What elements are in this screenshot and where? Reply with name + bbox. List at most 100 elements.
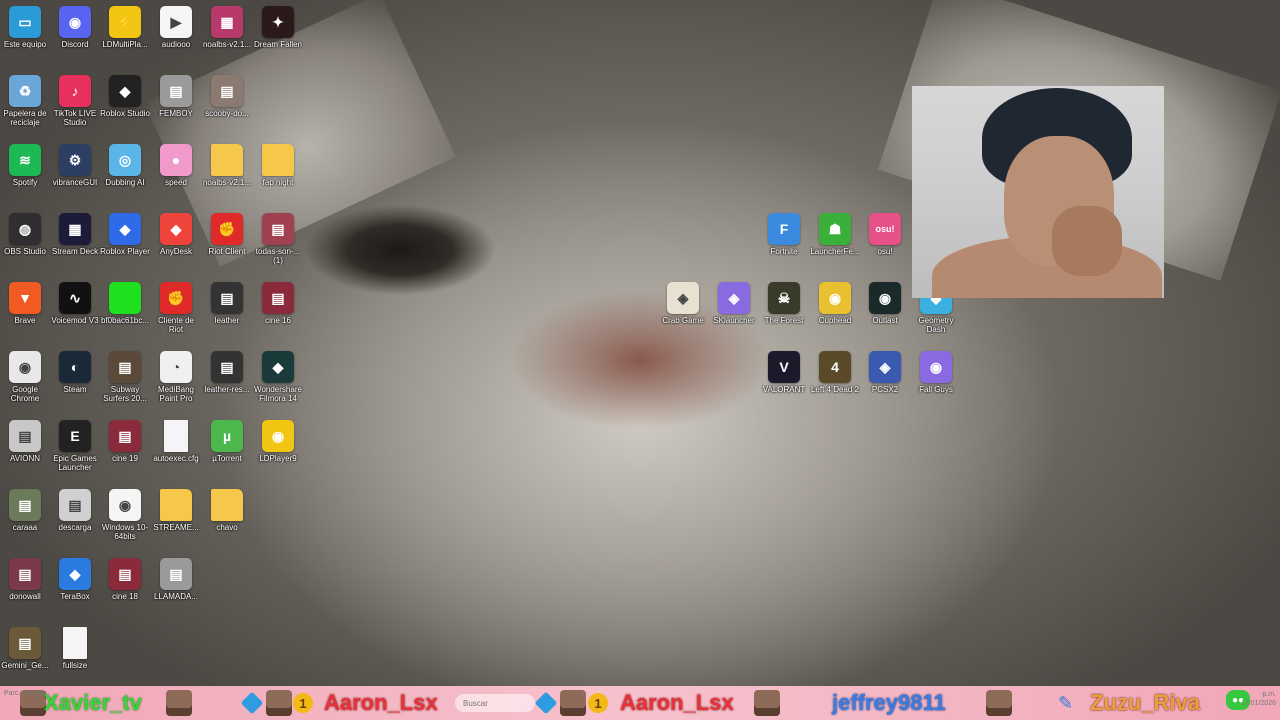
icon-glyph: ◉ xyxy=(828,289,842,306)
desktop-icon[interactable]: ▤ cine 18 xyxy=(100,552,150,601)
desktop-icon[interactable]: chavo xyxy=(202,483,252,532)
desktop-icon[interactable]: ♻ Papelera de reciclaje xyxy=(0,69,50,127)
desktop-icon[interactable]: ▤ LLAMADA... xyxy=(151,552,201,601)
gear-icon: ⚙ xyxy=(59,144,91,176)
desktop-icon[interactable]: ∿ Voicemod V3 xyxy=(50,276,100,325)
desktop-icon[interactable]: fullsize xyxy=(50,621,100,670)
desktop-icon[interactable]: ▭ Este equipo xyxy=(0,0,50,49)
icon-glyph: ▼ xyxy=(18,290,32,306)
desktop-icon[interactable]: ◉ Windows 10-64bits xyxy=(100,483,150,541)
desktop-icon[interactable]: ◉ LDPlayer9 xyxy=(253,414,303,463)
icon-glyph: ◉ xyxy=(271,427,285,444)
icon-glyph: V xyxy=(779,359,789,375)
desktop-icon[interactable]: F Fortnite xyxy=(759,207,809,256)
desktop-icon[interactable]: ◈ PCSX2 xyxy=(860,345,910,394)
desktop-icon[interactable]: ◈ Crab Game xyxy=(658,276,708,325)
valorant-icon: V xyxy=(768,351,800,383)
desktop-icon[interactable]: ◆ AnyDesk xyxy=(151,207,201,256)
desktop-icon[interactable]: ◍ OBS Studio xyxy=(0,207,50,256)
brave-icon: ▼ xyxy=(9,282,41,314)
icon-glyph: ✊ xyxy=(167,289,185,306)
desktop-icon[interactable]: ▤ donowall xyxy=(0,552,50,601)
audio-file-icon: ▶ xyxy=(160,6,192,38)
desktop-icon[interactable]: ▤ Subway Surfers 20... xyxy=(100,345,150,403)
desktop-icon[interactable]: bf0bac61bc... xyxy=(100,276,150,325)
desktop-icon[interactable]: ◆ Wondershare Filmora 14 xyxy=(253,345,303,403)
desktop-icon[interactable]: noalbs-v2.1... xyxy=(202,138,252,187)
desktop-icon[interactable]: ▤ FEMBOY xyxy=(151,69,201,118)
desktop-icon[interactable]: ⚙ vibranceGUI xyxy=(50,138,100,187)
icon-glyph: ⚡ xyxy=(116,13,134,30)
desktop-icon[interactable]: ☗ LauncherFe... xyxy=(810,207,860,256)
desktop-icon[interactable]: ◉ Discord xyxy=(50,0,100,49)
desktop-icon-label: LauncherFe... xyxy=(810,247,860,256)
desktop-icon[interactable]: ▤ leather xyxy=(202,276,252,325)
desktop-icon-label: Left 4 Dead 2 xyxy=(810,385,860,394)
desktop-icon[interactable]: STREAME... xyxy=(151,483,201,532)
desktop-icon[interactable]: ≋ Spotify xyxy=(0,138,50,187)
desktop-icon[interactable]: ▦ Stream Deck xyxy=(50,207,100,256)
app-cube-icon[interactable] xyxy=(534,686,558,720)
desktop-icon[interactable]: ● speed xyxy=(151,138,201,187)
desktop-icon[interactable]: 4 Left 4 Dead 2 xyxy=(810,345,860,394)
desktop-icon[interactable]: ▤ cine 19 xyxy=(100,414,150,463)
desktop-icon[interactable]: ▶ audiooo xyxy=(151,0,201,49)
desktop-icon-label: osu! xyxy=(877,247,893,256)
desktop-icon[interactable]: ☠ The Forest xyxy=(759,276,809,325)
desktop-icon[interactable]: autoexec.cfg xyxy=(151,414,201,463)
desktop-icon[interactable]: ◔ MediBang Paint Pro xyxy=(151,345,201,403)
desktop-icon[interactable]: V VALORANT xyxy=(759,345,809,394)
epic-games-icon: E xyxy=(59,420,91,452)
desktop-icon[interactable]: ◆ TeraBox xyxy=(50,552,100,601)
desktop-icon[interactable]: ▤ descarga xyxy=(50,483,100,532)
vscode-icon[interactable]: ✎ xyxy=(1058,686,1073,720)
desktop-icon[interactable]: ◐ Steam xyxy=(50,345,100,394)
app-cube-icon[interactable] xyxy=(240,686,264,720)
stream-overlay-avatar xyxy=(754,686,780,720)
desktop-icon[interactable]: ▤ caraaa xyxy=(0,483,50,532)
icon-glyph: ≋ xyxy=(19,151,31,168)
system-clock[interactable]: p.m. 17/01/2026 xyxy=(1222,690,1276,708)
desktop-icon[interactable]: E Epic Games Launcher xyxy=(50,414,100,472)
desktop-icon[interactable]: ▦ noalbs-v2.1... xyxy=(202,0,252,49)
desktop-icon[interactable]: ✊ Riot Client xyxy=(202,207,252,256)
desktop-icon[interactable]: osu! osu! xyxy=(860,207,910,256)
desktop-icon[interactable]: ▼ Brave xyxy=(0,276,50,325)
weather-widget[interactable]: Parc. soleado xyxy=(4,690,54,698)
desktop-icon[interactable]: µ µTorrent xyxy=(202,414,252,463)
desktop-icon-label: Fortnite xyxy=(770,247,798,256)
desktop-icon[interactable]: ◉ Outlast xyxy=(860,276,910,325)
chrome-icon: ◉ xyxy=(9,351,41,383)
desktop-icon[interactable]: ◉ Cuphead xyxy=(810,276,860,325)
desktop-icon[interactable]: ▤ AVIONN xyxy=(0,414,50,463)
desktop-icon[interactable]: fap night xyxy=(253,138,303,187)
medibang-icon: ◔ xyxy=(160,351,192,383)
desktop-icon[interactable]: ◈ SKlauncher xyxy=(709,276,759,325)
desktop-icon[interactable]: ◉ Fall Guys xyxy=(911,345,961,394)
desktop-icon[interactable]: ✦ Dream Fallen xyxy=(253,0,303,49)
desktop-icon-label: Wondershare Filmora 14 xyxy=(254,385,302,403)
desktop-icon[interactable]: ▤ leather-res... xyxy=(202,345,252,394)
desktop-icon-label: chavo xyxy=(216,523,238,532)
icon-glyph: ♪ xyxy=(71,83,79,99)
desktop-icon[interactable]: ⚡ LDMultiPla... xyxy=(100,0,150,49)
desktop-icon[interactable]: ◉ Google Chrome xyxy=(0,345,50,403)
desktop-icon-label: cine 19 xyxy=(112,454,138,463)
desktop-icon-label: OBS Studio xyxy=(4,247,46,256)
icon-glyph: ◈ xyxy=(677,289,689,306)
desktop-icon[interactable]: ▤ todas-son-... (1) xyxy=(253,207,303,265)
taskbar-search-input[interactable]: Buscar xyxy=(455,694,535,712)
desktop-icon[interactable]: ◆ Roblox Player xyxy=(100,207,150,256)
desktop-icon[interactable]: ♪ TikTok LIVE Studio xyxy=(50,69,100,127)
discord-icon: ◉ xyxy=(59,6,91,38)
desktop-icon[interactable]: ▤ cine 16 xyxy=(253,276,303,325)
desktop-icon-label: leather-res... xyxy=(204,385,250,394)
desktop-icon[interactable]: ◆ Roblox Studio xyxy=(100,69,150,118)
desktop-icon[interactable]: ✊ Cliente de Riot xyxy=(151,276,201,334)
icon-glyph: ☗ xyxy=(828,220,842,237)
desktop-icon[interactable]: ▤ scooby-do... xyxy=(202,69,252,118)
desktop-icon[interactable]: ▤ Gemini_Ge... xyxy=(0,621,50,670)
icon-glyph: ☠ xyxy=(777,289,791,306)
icon-glyph: ▤ xyxy=(271,289,285,306)
desktop-icon[interactable]: ◎ Dubbing AI xyxy=(100,138,150,187)
